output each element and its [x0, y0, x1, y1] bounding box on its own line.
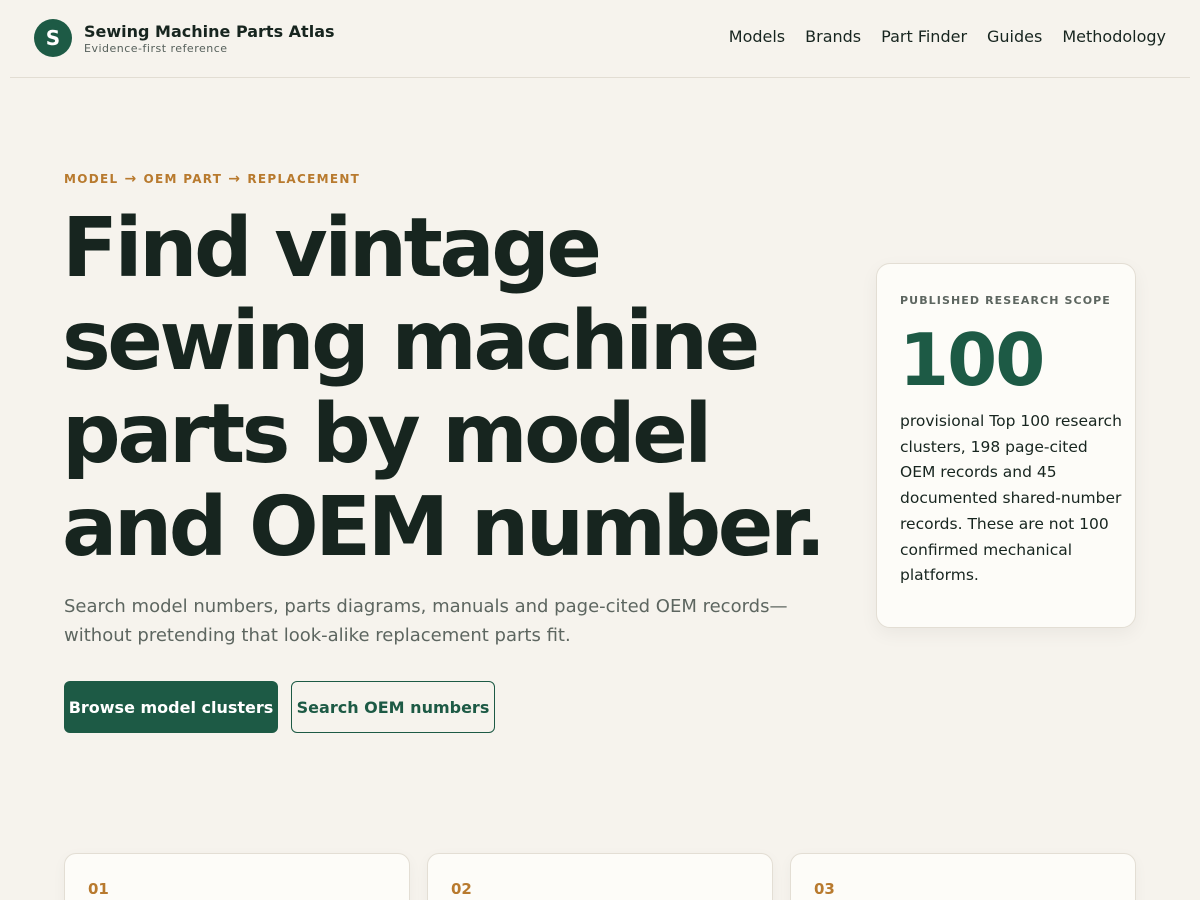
browse-model-clusters-button[interactable]: Browse model clusters — [64, 681, 278, 733]
scope-number: 100 — [899, 318, 1045, 402]
arrow-right-icon: → — [228, 171, 242, 187]
nav-methodology[interactable]: Methodology — [1062, 27, 1166, 46]
step-number: 01 — [88, 880, 109, 898]
search-oem-numbers-button[interactable]: Search OEM numbers — [291, 681, 495, 733]
scope-label: PUBLISHED RESEARCH SCOPE — [900, 294, 1111, 307]
step-number: 03 — [814, 880, 835, 898]
logo-mark[interactable]: S — [34, 19, 72, 57]
nav-part-finder[interactable]: Part Finder — [881, 27, 967, 46]
arrow-right-icon: → — [124, 171, 138, 187]
step-card-3[interactable]: 03 — [790, 853, 1136, 900]
site-header: S Sewing Machine Parts Atlas Evidence-fi… — [10, 0, 1190, 78]
main-nav: Models Brands Part Finder Guides Methodo… — [729, 27, 1166, 46]
research-scope-card: PUBLISHED RESEARCH SCOPE 100 provisional… — [876, 263, 1136, 628]
eyebrow-oem-part: OEM PART — [143, 172, 223, 186]
step-card-2[interactable]: 02 — [427, 853, 773, 900]
nav-guides[interactable]: Guides — [987, 27, 1042, 46]
step-number: 02 — [451, 880, 472, 898]
step-card-1[interactable]: 01 — [64, 853, 410, 900]
scope-description: provisional Top 100 research clusters, 1… — [900, 412, 1122, 585]
nav-models[interactable]: Models — [729, 27, 785, 46]
eyebrow-replacement: REPLACEMENT — [247, 172, 361, 186]
hero-eyebrow: MODEL → OEM PART → REPLACEMENT — [64, 171, 360, 187]
nav-brands[interactable]: Brands — [805, 27, 861, 46]
site-tagline: Evidence-first reference — [84, 42, 228, 55]
hero-headline: Find vintage sewing machine parts by mod… — [62, 201, 826, 575]
hero-lede: Search model numbers, parts diagrams, ma… — [64, 596, 788, 646]
site-title[interactable]: Sewing Machine Parts Atlas — [84, 22, 335, 41]
eyebrow-model: MODEL — [64, 172, 119, 186]
